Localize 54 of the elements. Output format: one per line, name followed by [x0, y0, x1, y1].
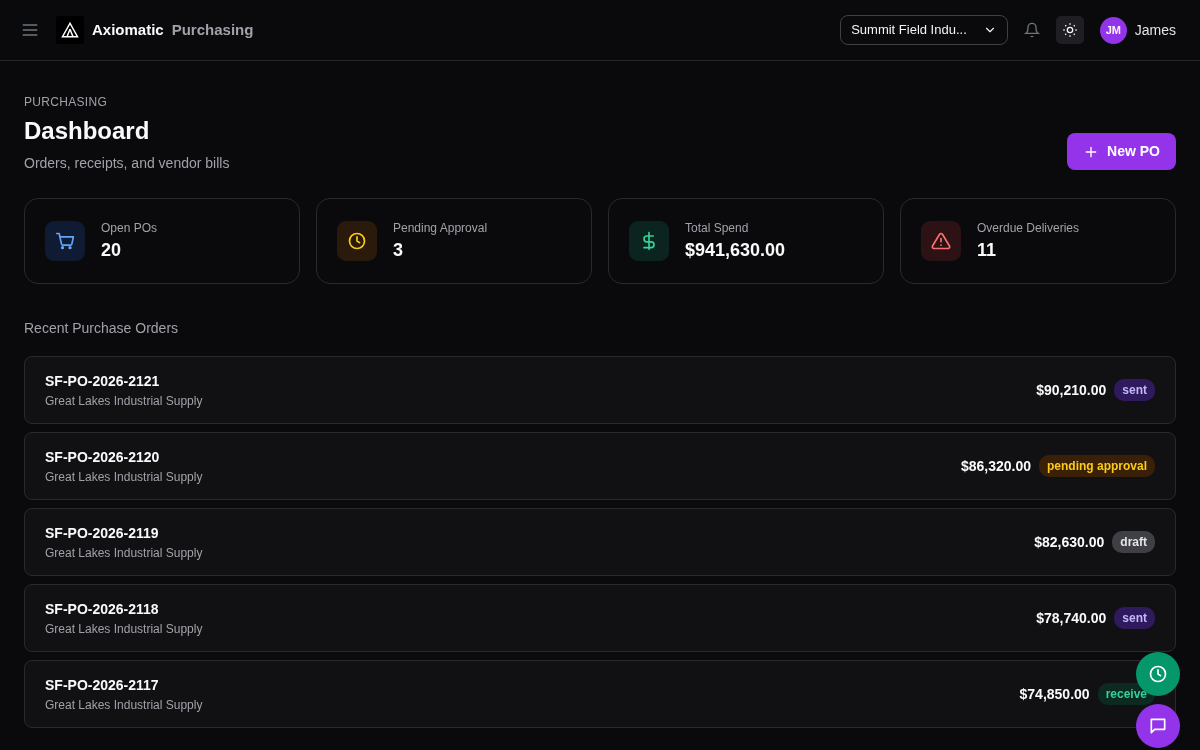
logo-icon [56, 16, 84, 44]
order-row[interactable]: SF-PO-2026-2119 Great Lakes Industrial Supply $82,630.00 draft [24, 508, 1176, 576]
order-row[interactable]: SF-PO-2026-2117 Great Lakes Industrial Supply $74,850.00 receive [24, 660, 1176, 728]
new-po-button[interactable]: New PO [1067, 133, 1176, 170]
cart-icon [55, 231, 75, 251]
status-label: sent [1114, 379, 1155, 401]
order-row[interactable]: SF-PO-2026-2118 Great Lakes Industrial Supply $78,740.00 sent [24, 584, 1176, 652]
status-label: draft [1112, 531, 1155, 553]
stat-value: $941,630.00 [685, 238, 786, 262]
warning-icon [931, 231, 951, 251]
chat-button[interactable] [1136, 704, 1180, 748]
brand-name: Axiomatic [92, 19, 164, 40]
order-amount: $74,850.00 [1019, 684, 1090, 704]
vendor-name: Great Lakes Industrial Supply [45, 468, 203, 486]
stat-value: 3 [393, 238, 404, 262]
stat-label: Pending Approval [393, 219, 488, 237]
section-heading: Recent Purchase Orders [24, 319, 180, 338]
section-label: PURCHASING [24, 94, 108, 111]
notifications-button[interactable] [1023, 22, 1040, 38]
status-label: sent [1114, 607, 1155, 629]
company-selector[interactable]: Summit Field Indu... [840, 15, 1008, 45]
sun-icon [1061, 22, 1078, 38]
page-subtitle: Orders, receipts, and vendor bills [24, 154, 230, 173]
clock-icon [1148, 664, 1168, 684]
order-amount: $90,210.00 [1036, 380, 1107, 400]
order-amount: $86,320.00 [960, 456, 1031, 476]
user-name[interactable]: James [1134, 19, 1176, 41]
chat-icon [1148, 716, 1168, 736]
status-label: receive [1097, 683, 1155, 705]
stat-value: 11 [977, 238, 998, 262]
clock-icon [347, 231, 367, 251]
order-number: SF-PO-2026-2119 [45, 523, 160, 543]
order-number: SF-PO-2026-2121 [45, 371, 161, 391]
vendor-name: Great Lakes Industrial Supply [45, 392, 203, 410]
page-title: Dashboard [24, 116, 151, 146]
vendor-name: Great Lakes Industrial Supply [45, 620, 203, 638]
status-label: pending approval [1039, 455, 1155, 477]
stat-value: 20 [101, 238, 123, 262]
user-avatar[interactable]: JM [1099, 16, 1127, 44]
product-name: Purchasing [171, 19, 254, 40]
order-number: SF-PO-2026-2117 [45, 675, 160, 695]
stat-label: Overdue Deliveries [977, 219, 1080, 237]
theme-toggle-button[interactable] [1055, 16, 1084, 44]
stat-label: Total Spend [685, 219, 750, 237]
vendor-name: Great Lakes Industrial Supply [45, 696, 203, 714]
order-amount: $78,740.00 [1036, 608, 1107, 628]
bell-icon [1023, 22, 1040, 38]
vendor-name: Great Lakes Industrial Supply [45, 544, 203, 562]
order-row[interactable]: SF-PO-2026-2120 Great Lakes Industrial Supply $86,320.00 pending approval [24, 432, 1176, 500]
order-amount: $82,630.00 [1034, 532, 1105, 552]
order-number: SF-PO-2026-2120 [45, 447, 161, 467]
stat-label: Open POs [101, 219, 158, 237]
order-row[interactable]: SF-PO-2026-2121 Great Lakes Industrial Supply $90,210.00 sent [24, 356, 1176, 424]
order-number: SF-PO-2026-2118 [45, 599, 160, 619]
